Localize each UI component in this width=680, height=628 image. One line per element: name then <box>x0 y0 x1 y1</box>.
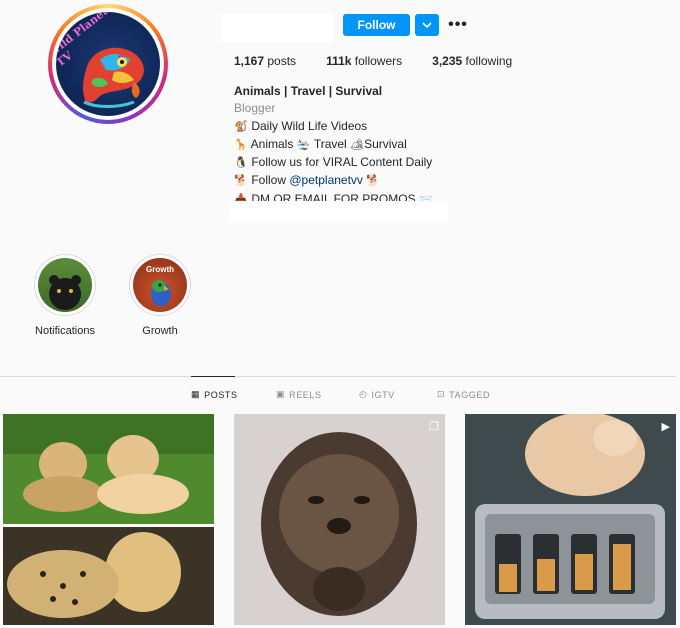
reels-icon: ▣ <box>276 389 286 399</box>
profile-full-name: Animals | Travel | Survival <box>234 84 383 98</box>
igtv-icon: ◴ <box>359 389 368 399</box>
highlight-cover-panther <box>38 258 92 312</box>
tab-reels[interactable]: ▣ REELS <box>276 389 322 400</box>
avatar-border: Wild Planet TV <box>52 8 164 120</box>
highlight-notifications[interactable]: Notifications <box>34 254 96 337</box>
chevron-down-icon <box>422 22 432 28</box>
post-image-cheetah-puppy <box>3 414 214 625</box>
post-thumbnail[interactable]: ▶ <box>465 414 676 625</box>
bio-link-placeholder <box>229 201 448 221</box>
travel-emoji-icon: 🛬 <box>296 138 311 151</box>
highlight-ring <box>34 254 96 316</box>
monkey-emoji-icon: 🐒 <box>234 120 248 133</box>
highlight-growth[interactable]: Growth Growth <box>129 254 191 337</box>
following-label: following <box>465 54 513 68</box>
followers-count: 111k <box>326 54 352 68</box>
highlight-label: Growth <box>142 325 178 337</box>
following-count: 3,235 <box>432 54 463 68</box>
tab-posts[interactable]: ▦ POSTS <box>191 389 238 400</box>
username-placeholder <box>221 14 333 42</box>
more-options-icon[interactable]: ••• <box>448 14 468 36</box>
bio-line-4: 🐕 Follow @petplanetvv 🐕 <box>234 172 433 190</box>
carousel-icon: ❐ <box>429 421 439 433</box>
profile-category: Blogger <box>234 101 276 116</box>
profile-stats: 1,167 posts 111k followers 3,235 followi… <box>234 54 542 68</box>
camping-emoji-icon: 🏕 <box>350 138 365 151</box>
panther-graphic <box>49 275 81 310</box>
pointing-emoji-icon: 🐕 <box>234 175 248 188</box>
post-image-otter <box>234 414 445 625</box>
grid-icon: ▦ <box>191 389 201 399</box>
post-thumbnail[interactable] <box>3 414 214 625</box>
highlight-label: Notifications <box>35 325 95 337</box>
followers-stat[interactable]: 111k followers <box>326 54 402 68</box>
highlight-ring: Growth <box>129 254 191 316</box>
profile-bio: Animals | Travel | Survival Blogger 🐒 Da… <box>234 83 433 209</box>
post-image-cat-toaster <box>465 414 676 625</box>
suggested-dropdown-button[interactable] <box>415 14 439 36</box>
giraffe-emoji-icon: 🦒 <box>234 138 248 151</box>
bio-line-3: 🐧 Follow us for VIRAL Content Daily <box>234 154 433 172</box>
follow-button[interactable]: Follow <box>343 14 410 36</box>
tab-tagged[interactable]: ⊡ TAGGED <box>437 389 490 400</box>
reels-icon: ▶ <box>661 421 670 433</box>
tabs-divider <box>0 376 676 377</box>
bio-line-2: 🦒 Animals 🛬 Travel 🏕Survival <box>234 136 433 154</box>
posts-count: 1,167 <box>234 54 265 68</box>
highlight-cover-text: Growth <box>146 265 174 274</box>
posts-label: posts <box>267 54 297 68</box>
post-thumbnail[interactable]: ❐ <box>234 414 445 625</box>
profile-avatar[interactable]: Wild Planet TV <box>48 4 168 124</box>
posts-stat: 1,167 posts <box>234 54 296 68</box>
followers-label: followers <box>354 54 403 68</box>
highlight-cover-parrot: Growth <box>133 258 187 312</box>
tab-igtv[interactable]: ◴ IGTV <box>359 389 395 400</box>
bio-line-1: 🐒 Daily Wild Life Videos <box>234 118 433 136</box>
tagged-icon: ⊡ <box>437 389 446 399</box>
active-tab-indicator <box>191 376 235 377</box>
avatar-image: Wild Planet TV <box>56 12 160 116</box>
following-stat[interactable]: 3,235 following <box>432 54 512 68</box>
handle-link[interactable]: @petplanetvv <box>289 173 363 187</box>
dog-emoji-icon: 🐕 <box>366 175 380 188</box>
penguin-emoji-icon: 🐧 <box>234 157 248 170</box>
